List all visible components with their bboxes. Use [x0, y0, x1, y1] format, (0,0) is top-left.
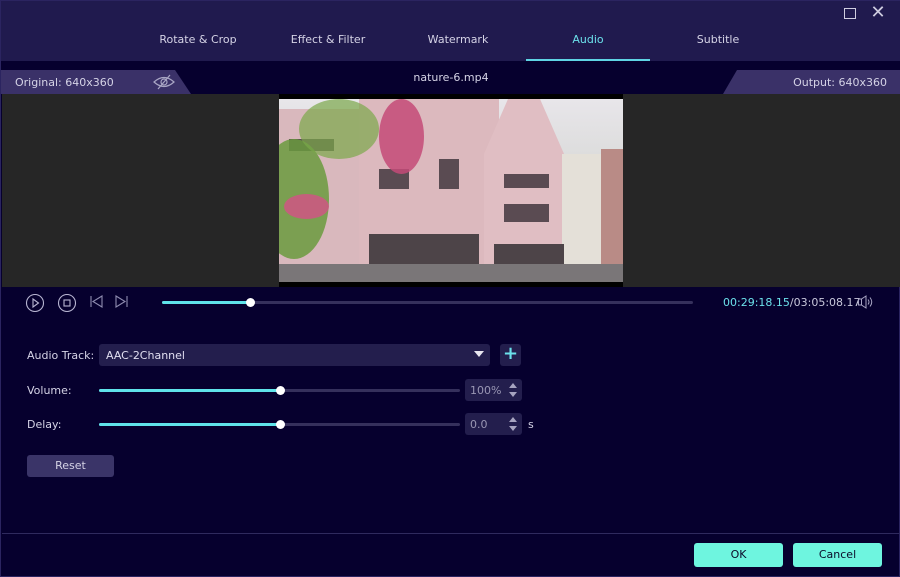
video-preview-area — [2, 94, 900, 287]
chevron-down-icon — [474, 351, 484, 357]
volume-icon[interactable] — [857, 294, 875, 310]
timeline-slider[interactable] — [162, 298, 693, 307]
delay-spinbox — [465, 413, 522, 435]
time-display: 00:29:18.15/03:05:08.17 — [723, 296, 861, 309]
playback-controls: 00:29:18.15/03:05:08.17 — [1, 287, 900, 317]
audio-track-label: Audio Track: — [27, 349, 95, 362]
file-info-bar: Original: 640x360 nature-6.mp4 Output: 6… — [1, 61, 900, 94]
tab-subtitle[interactable]: Subtitle — [653, 23, 783, 61]
ok-button[interactable]: OK — [694, 543, 783, 567]
audio-settings-dialog: ✕ Rotate & Crop Effect & Filter Watermar… — [0, 0, 900, 577]
tab-bar: Rotate & Crop Effect & Filter Watermark … — [133, 23, 783, 61]
timeline-progress — [162, 301, 250, 304]
delay-label: Delay: — [27, 418, 62, 431]
delay-slider-handle[interactable] — [275, 420, 285, 429]
plus-icon: + — [502, 343, 519, 364]
volume-slider-handle[interactable] — [275, 386, 285, 395]
footer-divider — [2, 533, 900, 534]
tab-watermark[interactable]: Watermark — [393, 23, 523, 61]
video-thumbnail — [279, 99, 623, 282]
stop-icon[interactable] — [57, 293, 77, 313]
tab-rotate-crop[interactable]: Rotate & Crop — [133, 23, 263, 61]
reset-button[interactable]: Reset — [27, 455, 114, 477]
output-resolution: Output: 640x360 — [793, 76, 887, 89]
delay-slider-fill — [99, 423, 280, 426]
title-bar: ✕ Rotate & Crop Effect & Filter Watermar… — [1, 1, 900, 61]
total-time: 03:05:08.17 — [793, 296, 861, 309]
maximize-icon — [844, 7, 856, 19]
play-icon[interactable] — [25, 293, 45, 313]
delay-increment-icon[interactable] — [509, 417, 517, 422]
cancel-button[interactable]: Cancel — [793, 543, 882, 567]
previous-frame-icon[interactable] — [89, 294, 105, 310]
audio-track-value: AAC-2Channel — [106, 349, 185, 362]
add-audio-track-button[interactable]: + — [500, 344, 521, 366]
close-button[interactable]: ✕ — [869, 2, 887, 23]
volume-spinbox — [465, 379, 522, 401]
audio-track-dropdown[interactable]: AAC-2Channel — [99, 344, 490, 366]
volume-slider-fill — [99, 389, 280, 392]
tab-effect-filter[interactable]: Effect & Filter — [263, 23, 393, 61]
video-frame — [279, 94, 623, 287]
current-time: 00:29:18.15 — [723, 296, 790, 309]
delay-slider[interactable] — [99, 420, 460, 429]
volume-increment-icon[interactable] — [509, 383, 517, 388]
output-resolution-panel: Output: 640x360 — [723, 70, 900, 94]
volume-input[interactable] — [465, 379, 505, 401]
delay-decrement-icon[interactable] — [509, 426, 517, 431]
next-frame-icon[interactable] — [114, 294, 130, 310]
close-icon: ✕ — [870, 2, 886, 23]
maximize-button[interactable] — [841, 5, 859, 21]
delay-unit: s — [528, 418, 534, 431]
delay-input[interactable] — [465, 413, 505, 435]
volume-slider[interactable] — [99, 386, 460, 395]
tab-audio[interactable]: Audio — [523, 23, 653, 61]
timeline-handle[interactable] — [245, 298, 255, 307]
volume-label: Volume: — [27, 384, 72, 397]
volume-decrement-icon[interactable] — [509, 392, 517, 397]
